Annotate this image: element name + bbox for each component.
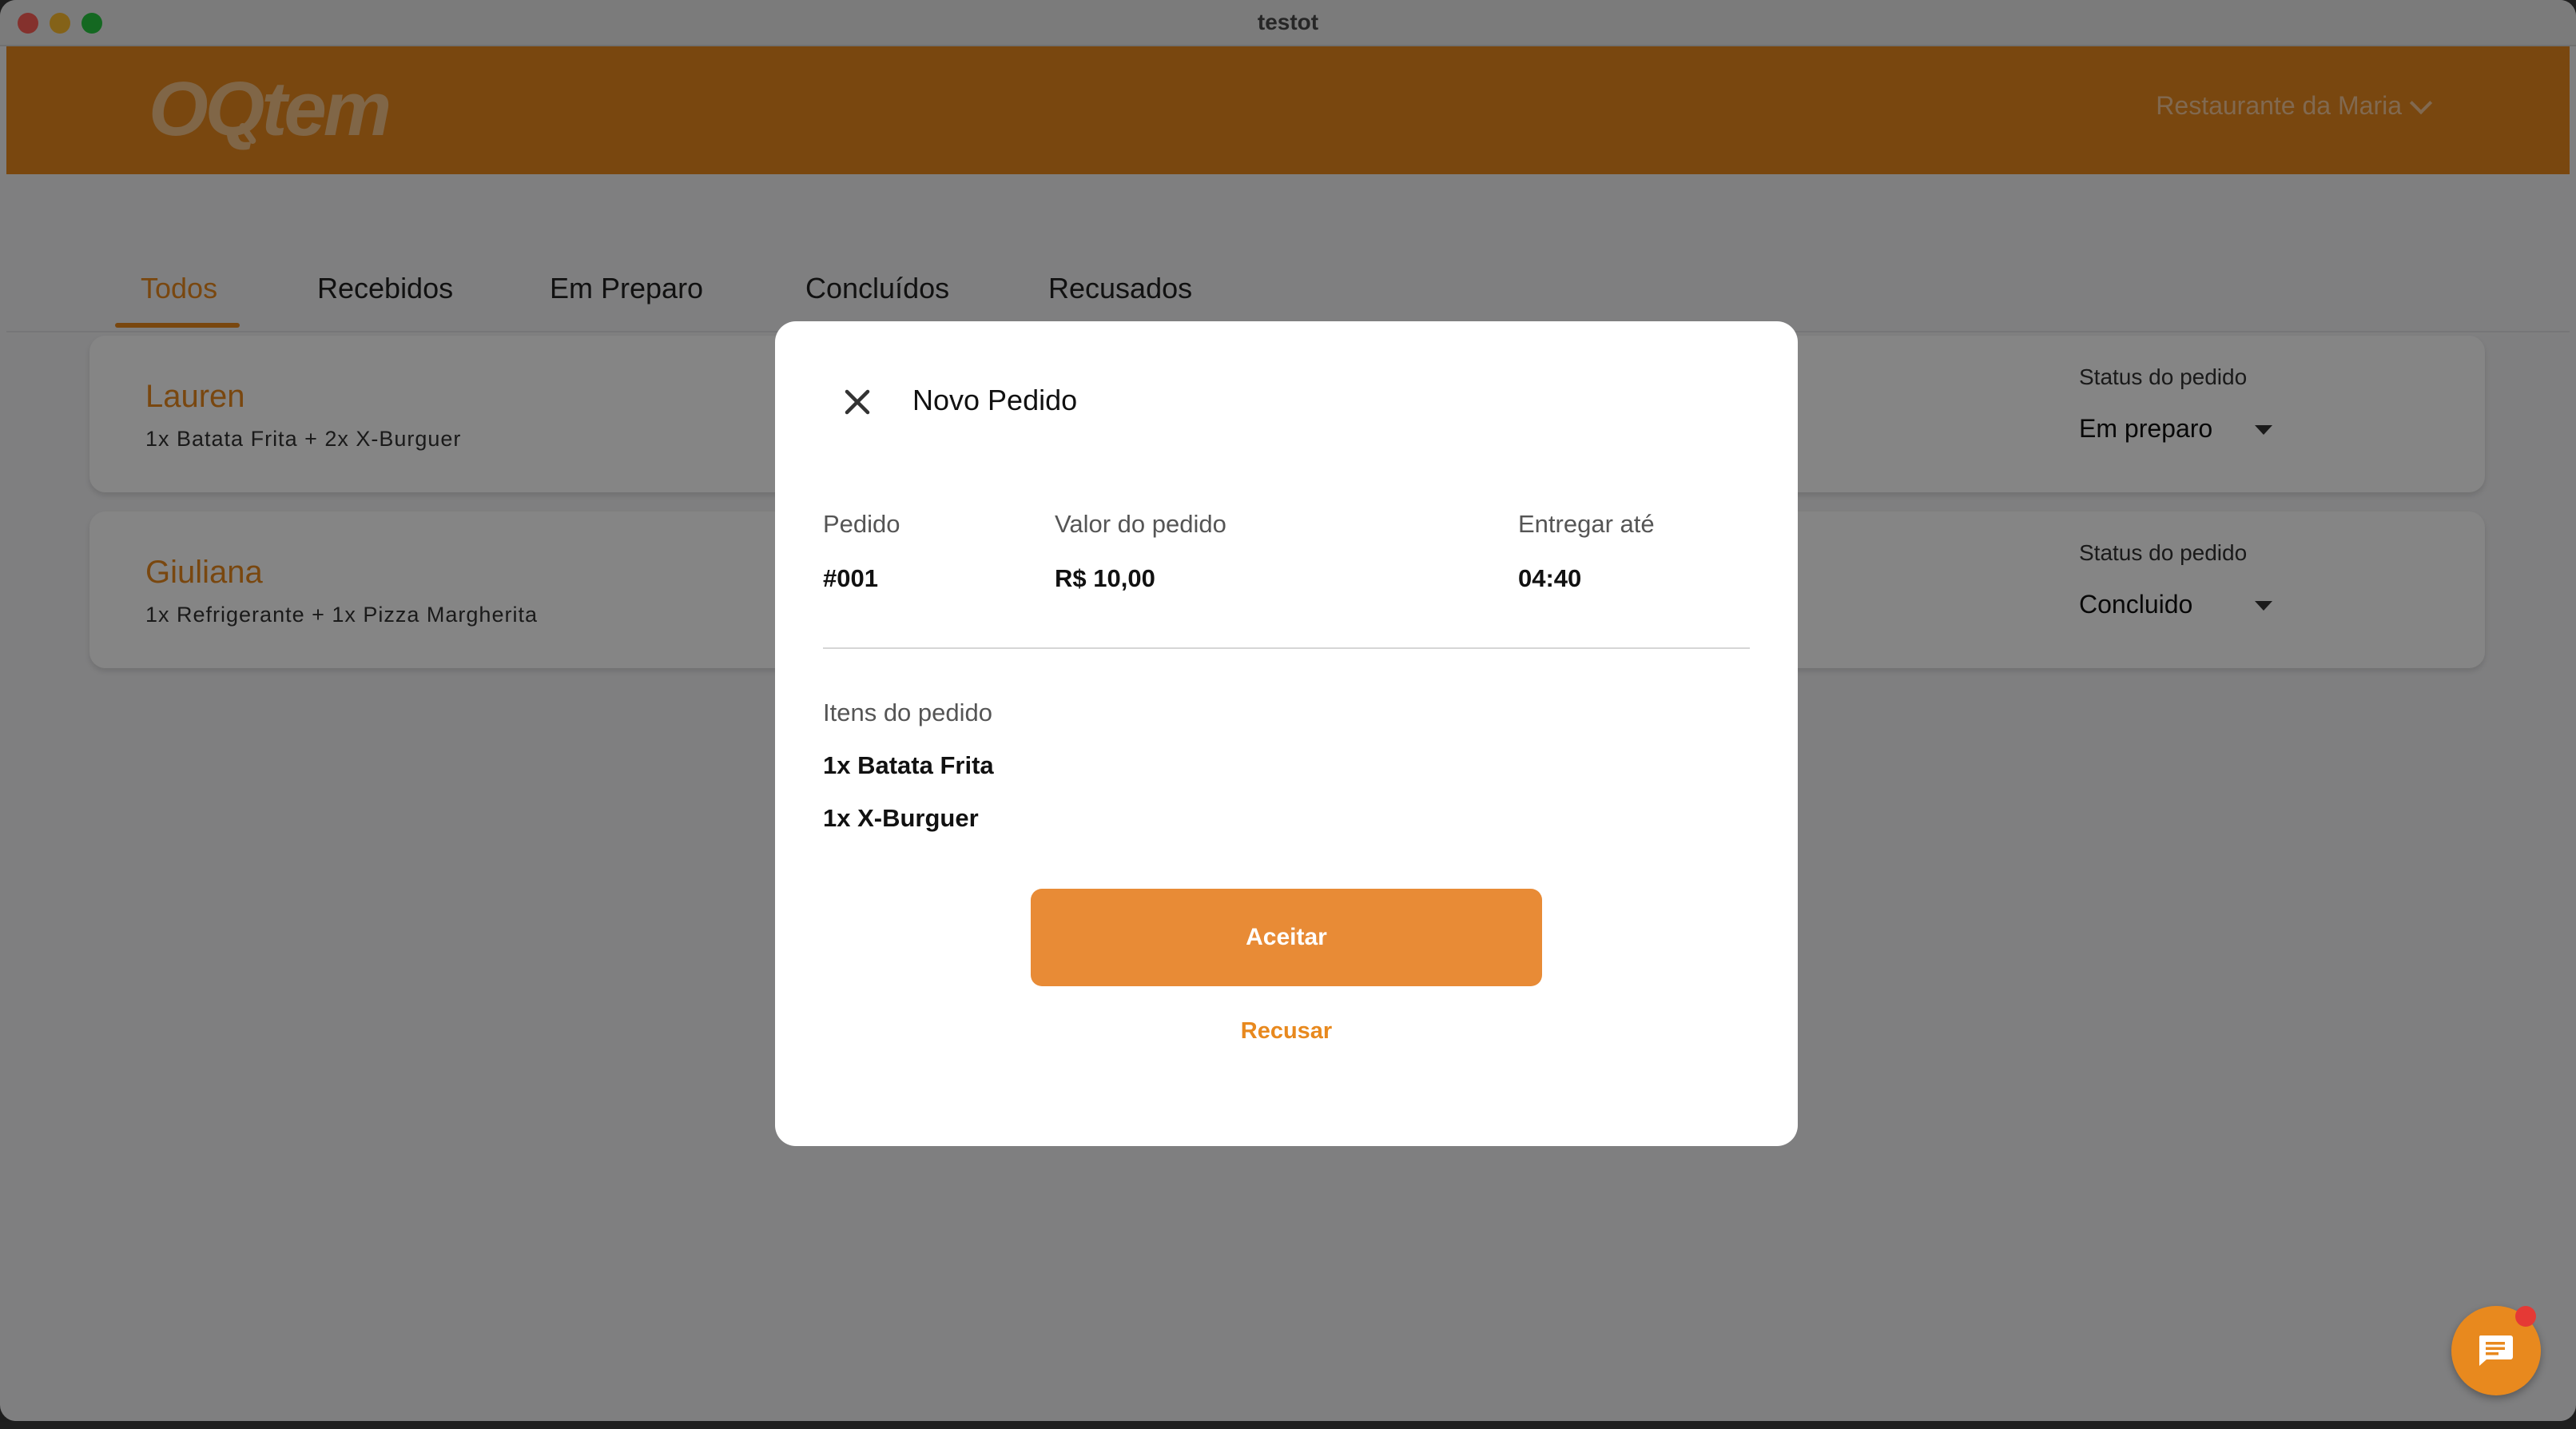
chat-icon: [2479, 1335, 2513, 1366]
order-items-label: Itens do pedido: [823, 699, 993, 726]
order-item: 1x Batata Frita: [823, 751, 994, 779]
order-number-value: #001: [823, 564, 878, 592]
dialog-title: Novo Pedido: [912, 384, 1078, 416]
accept-button[interactable]: Aceitar: [1031, 889, 1542, 986]
order-number-label: Pedido: [823, 510, 900, 538]
chat-button[interactable]: [2451, 1306, 2541, 1395]
close-icon[interactable]: [839, 384, 876, 420]
refuse-button[interactable]: Recusar: [1031, 1018, 1542, 1045]
delivery-time-value: 04:40: [1518, 564, 1582, 592]
divider: [823, 647, 1750, 649]
order-item: 1x X-Burguer: [823, 804, 979, 832]
delivery-time-label: Entregar até: [1518, 510, 1655, 538]
order-amount-value: R$ 10,00: [1055, 564, 1155, 592]
order-amount-label: Valor do pedido: [1055, 510, 1226, 538]
new-order-dialog: Novo Pedido Pedido #001 Valor do pedido …: [775, 321, 1798, 1146]
notification-badge: [2515, 1306, 2536, 1327]
